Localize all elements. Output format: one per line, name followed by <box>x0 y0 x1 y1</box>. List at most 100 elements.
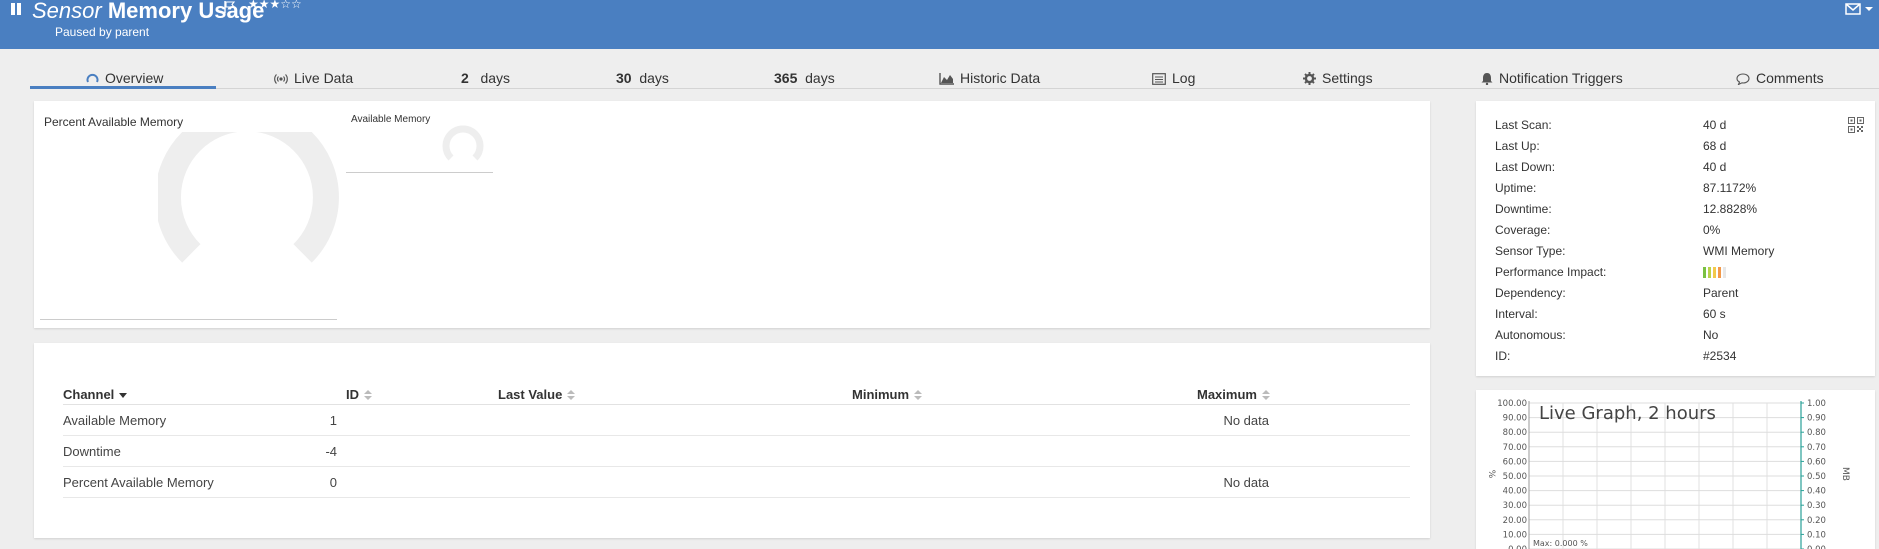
left-axis-tick: 70.00 <box>1503 443 1527 453</box>
mini-gauge-divider <box>346 172 493 173</box>
right-axis-tick: 0.60 <box>1807 457 1826 467</box>
sensor-info-panel: Last Scan: 40 d Last Up: 68 d Last Down: 40… <box>1476 101 1875 376</box>
channel-name[interactable]: Available Memory <box>63 405 166 436</box>
tab-label: Overview <box>105 70 164 86</box>
right-axis-unit: MB <box>1840 467 1850 481</box>
column-id[interactable]: ID <box>346 385 372 405</box>
column-label: Channel <box>63 387 115 402</box>
column-label: ID <box>346 387 359 402</box>
graph-title: Live Graph, 2 hours <box>1539 403 1716 424</box>
tab-30-days[interactable]: 30 days <box>616 62 669 89</box>
info-label: Last Down: <box>1495 160 1556 174</box>
list-icon <box>1152 73 1166 85</box>
left-axis-tick: 0.00 <box>1508 545 1527 549</box>
tab-bar: Overview Live Data 2 days 30 days 365 da… <box>30 62 1879 89</box>
info-label: Autonomous: <box>1495 328 1566 342</box>
channel-id: 1 <box>329 413 337 428</box>
column-label: Last Value <box>498 387 563 402</box>
gear-icon <box>1303 72 1316 85</box>
info-performance-impact: Performance Impact: <box>1495 263 1795 281</box>
tab-notification-triggers[interactable]: Notification Triggers <box>1481 62 1623 89</box>
column-label: Maximum <box>1197 387 1257 402</box>
title-sensor-name: Memory Usage <box>107 0 265 23</box>
channels-table: Channel ID Last Value Minimum Maximum Av… <box>63 385 1410 498</box>
right-axis-tick: 0.80 <box>1807 428 1826 438</box>
right-axis-tick: 0.50 <box>1807 472 1826 482</box>
live-graph-panel: 100.00 90.00 80.00 70.00 60.00 50.00 40.00 30.0… <box>1476 390 1875 549</box>
tab-overview[interactable]: Overview <box>30 62 216 89</box>
column-maximum[interactable]: Maximum <box>1197 385 1270 405</box>
gauge-icon <box>86 73 99 83</box>
right-axis-tick: 0.90 <box>1807 414 1826 424</box>
left-axis-unit: % <box>1486 470 1496 479</box>
tab-label: Historic Data <box>960 70 1041 86</box>
info-label: ID: <box>1495 349 1511 363</box>
right-axis-tick: 0.10 <box>1807 530 1826 540</box>
sort-icon <box>914 390 923 400</box>
right-axis-tick: 0.20 <box>1807 516 1826 526</box>
info-value: #2534 <box>1703 349 1737 363</box>
table-row[interactable]: Downtime -4 <box>63 436 1410 467</box>
left-axis-tick: 60.00 <box>1503 457 1527 467</box>
broadcast-icon <box>274 74 288 84</box>
table-row[interactable]: Available Memory 1 No data <box>63 405 1410 436</box>
info-value[interactable]: Parent <box>1703 284 1738 302</box>
tab-settings[interactable]: Settings <box>1303 62 1373 89</box>
info-label: Coverage: <box>1495 223 1551 237</box>
mail-menu-icon[interactable] <box>1845 2 1875 16</box>
tab-log[interactable]: Log <box>1152 62 1195 89</box>
tab-label: days <box>480 70 511 86</box>
title-prefix: Sensor <box>32 0 102 23</box>
gauge-divider <box>40 319 337 320</box>
sort-icon <box>1261 390 1270 400</box>
info-label: Dependency: <box>1495 286 1566 300</box>
flag-icon[interactable] <box>224 1 236 13</box>
bell-icon <box>1481 73 1493 85</box>
channel-name[interactable]: Percent Available Memory <box>63 467 214 498</box>
comment-icon <box>1736 73 1750 85</box>
tab-historic-data[interactable]: Historic Data <box>939 62 1040 89</box>
left-axis-tick: 80.00 <box>1503 428 1527 438</box>
tab-comments[interactable]: Comments <box>1736 62 1824 89</box>
channels-panel: Channel ID Last Value Minimum Maximum Av… <box>34 343 1430 538</box>
column-minimum[interactable]: Minimum <box>852 385 923 405</box>
mini-gauge-title: Available Memory <box>351 114 431 125</box>
gauges-panel: Percent Available Memory Available Memor… <box>34 101 1430 328</box>
channel-id: -4 <box>325 444 337 459</box>
tab-label: days <box>639 70 669 86</box>
info-label: Interval: <box>1495 307 1538 321</box>
graph-max-label: Max: 0.000 % <box>1533 539 1588 548</box>
table-row[interactable]: Percent Available Memory 0 No data <box>63 467 1410 498</box>
mini-gauge <box>442 125 484 161</box>
channel-maximum: No data <box>1223 413 1269 428</box>
channel-maximum: No data <box>1223 475 1269 490</box>
priority-stars[interactable]: ★★★☆☆ <box>248 0 302 11</box>
tab-label: Notification Triggers <box>1499 70 1623 86</box>
tab-live-data[interactable]: Live Data <box>274 62 353 89</box>
tab-2-days[interactable]: 2 days <box>461 62 510 89</box>
tab-365-days[interactable]: 365 days <box>774 62 835 89</box>
tab-label: Live Data <box>294 70 354 86</box>
right-axis-tick: 1.00 <box>1807 399 1826 409</box>
right-axis-tick: 0.30 <box>1807 501 1826 511</box>
column-last-value[interactable]: Last Value <box>498 385 576 405</box>
channel-name[interactable]: Downtime <box>63 436 121 467</box>
main-gauge <box>158 132 339 263</box>
info-label: Performance Impact: <box>1495 265 1607 279</box>
pause-icon[interactable] <box>10 3 23 16</box>
column-label: Minimum <box>852 387 910 402</box>
qr-code-icon[interactable] <box>1848 117 1864 133</box>
right-axis-tick: 0.00 <box>1807 545 1826 549</box>
sensor-header: Sensor Memory Usage ★★★☆☆ Paused by pare… <box>0 0 1879 49</box>
info-value: 40 d <box>1703 118 1727 132</box>
info-value: No <box>1703 328 1719 342</box>
left-axis-tick: 40.00 <box>1503 487 1527 497</box>
column-channel[interactable]: Channel <box>63 385 128 405</box>
live-graph[interactable]: 100.00 90.00 80.00 70.00 60.00 50.00 40.00 30.0… <box>1476 390 1875 549</box>
performance-impact-icon <box>1703 267 1726 278</box>
tab-label: days <box>805 70 835 86</box>
info-value: 60 s <box>1703 307 1726 321</box>
status-text: Paused by parent <box>55 25 150 39</box>
left-axis-tick: 50.00 <box>1503 472 1527 482</box>
area-chart-icon <box>939 73 954 85</box>
